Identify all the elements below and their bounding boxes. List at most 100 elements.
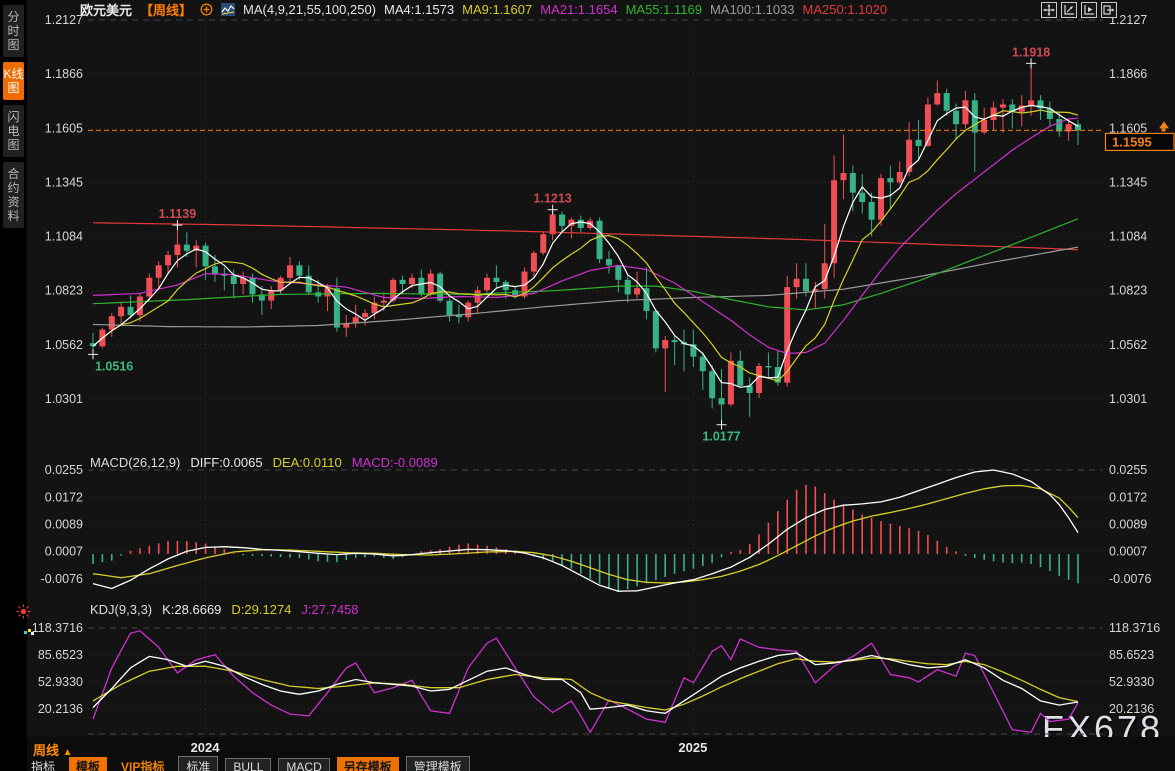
sidebar-item-time-chart[interactable]: 分时图 (3, 5, 24, 57)
candle[interactable] (606, 259, 612, 265)
candle[interactable] (418, 278, 424, 295)
candle[interactable] (400, 280, 406, 284)
candle[interactable] (278, 278, 284, 290)
kdj-panel[interactable] (93, 631, 1078, 733)
candle[interactable] (212, 266, 218, 273)
candle[interactable] (559, 214, 565, 225)
candle[interactable] (934, 93, 940, 104)
tab-指标[interactable]: 指标 (24, 757, 62, 771)
candle[interactable] (146, 278, 152, 297)
candle[interactable] (700, 357, 706, 372)
price-arrow-icon (1162, 128, 1166, 131)
sidebar-item-label: 闪电图 (7, 110, 19, 152)
tab-BULL[interactable]: BULL (225, 758, 271, 771)
candle[interactable] (409, 278, 415, 284)
candle[interactable] (446, 301, 452, 316)
ma-settings-label[interactable]: MA(4,9,21,55,100,250) (243, 2, 376, 17)
price-annotation: 1.1918 (1012, 45, 1050, 59)
candle[interactable] (737, 361, 743, 386)
candle[interactable] (906, 140, 912, 172)
candle[interactable] (897, 172, 903, 182)
candle[interactable] (944, 93, 950, 111)
candle[interactable] (803, 279, 809, 291)
candle[interactable] (962, 100, 968, 124)
candle[interactable] (156, 265, 162, 277)
axis-scale-icon[interactable] (1061, 2, 1077, 18)
candle[interactable] (709, 371, 715, 398)
candle[interactable] (1028, 100, 1034, 105)
candle[interactable] (540, 234, 546, 253)
candle[interactable] (362, 313, 368, 317)
candle[interactable] (381, 301, 387, 303)
ma9-value: MA9:1.1607 (462, 2, 532, 17)
period-tag[interactable]: 【周线】 (140, 0, 192, 19)
candle[interactable] (287, 265, 293, 277)
candle[interactable] (719, 398, 725, 404)
indicator-tab-row: 指标模板 VIP指标标准 BULL MACD 另存模板管理模板 (24, 756, 470, 771)
candle[interactable] (184, 245, 190, 251)
candle[interactable] (625, 280, 631, 295)
tab-管理模板[interactable]: 管理模板 (406, 756, 470, 771)
candle[interactable] (850, 173, 856, 193)
candle[interactable] (325, 288, 331, 296)
tab-模板[interactable]: 模板 (69, 757, 107, 771)
tab-MACD[interactable]: MACD (278, 758, 329, 771)
candle[interactable] (662, 340, 668, 348)
candle[interactable] (231, 276, 237, 284)
candle[interactable] (203, 246, 209, 267)
tab-另存模板[interactable]: 另存模板 (337, 757, 399, 771)
axis-label-left: 1.0301 (45, 392, 83, 406)
candle[interactable] (578, 220, 584, 228)
candle[interactable] (765, 366, 771, 367)
pan-tool-icon[interactable] (1041, 2, 1057, 18)
candle[interactable] (634, 288, 640, 294)
candle[interactable] (615, 265, 621, 280)
candle[interactable] (118, 307, 124, 316)
sidebar-item-lightning-chart[interactable]: 闪电图 (3, 105, 24, 157)
macd-panel[interactable] (93, 470, 1078, 592)
candle[interactable] (887, 178, 893, 182)
candle[interactable] (165, 255, 171, 265)
kdj-d-value: D:29.1274 (231, 602, 291, 617)
candle[interactable] (465, 303, 471, 318)
candle[interactable] (953, 111, 959, 124)
axis-play-icon[interactable] (1081, 2, 1097, 18)
ma-line-ma100 (93, 247, 1078, 327)
tab-VIP指标[interactable]: VIP指标 (114, 757, 171, 771)
candle[interactable] (531, 253, 537, 272)
exit-chart-icon[interactable] (1101, 2, 1117, 18)
candle[interactable] (1000, 104, 1006, 107)
candle[interactable] (794, 279, 800, 287)
macd-dea-value: DEA:0.0110 (273, 455, 342, 470)
candle[interactable] (916, 140, 922, 146)
kline-style-icon[interactable] (221, 3, 235, 16)
macd-title[interactable]: MACD(26,12,9) (90, 455, 180, 470)
candle[interactable] (878, 178, 884, 220)
candle[interactable] (859, 193, 865, 202)
candle[interactable] (484, 278, 490, 290)
candle[interactable] (840, 173, 846, 180)
tab-标准[interactable]: 标准 (178, 756, 218, 771)
candle[interactable] (653, 311, 659, 348)
sidebar-item-label: K线图 (3, 67, 23, 95)
candle[interactable] (296, 265, 302, 275)
sidebar-item-kline-chart[interactable]: K线图 (3, 62, 24, 100)
price-panel[interactable]: 1.11391.12131.19181.05161.0177 (88, 45, 1081, 443)
candle[interactable] (128, 307, 134, 315)
candle[interactable] (550, 214, 556, 234)
candle[interactable] (493, 278, 499, 282)
candle[interactable] (672, 340, 678, 342)
axis-label-left: 118.3716 (32, 621, 83, 635)
candle[interactable] (756, 366, 762, 393)
kdj-title[interactable]: KDJ(9,3,3) (90, 602, 152, 617)
candle[interactable] (1056, 119, 1062, 131)
candle[interactable] (249, 278, 255, 295)
candle[interactable] (728, 361, 734, 405)
candle[interactable] (174, 245, 180, 255)
sidebar-item-contract-info[interactable]: 合约资料 (3, 162, 24, 228)
candle[interactable] (869, 202, 875, 220)
candle[interactable] (597, 221, 603, 259)
plus-circle-icon[interactable] (200, 3, 213, 16)
chart-canvas[interactable]: 1.11391.12131.19181.05161.0177 1.1595 1.… (0, 0, 1175, 771)
candle[interactable] (109, 316, 115, 329)
